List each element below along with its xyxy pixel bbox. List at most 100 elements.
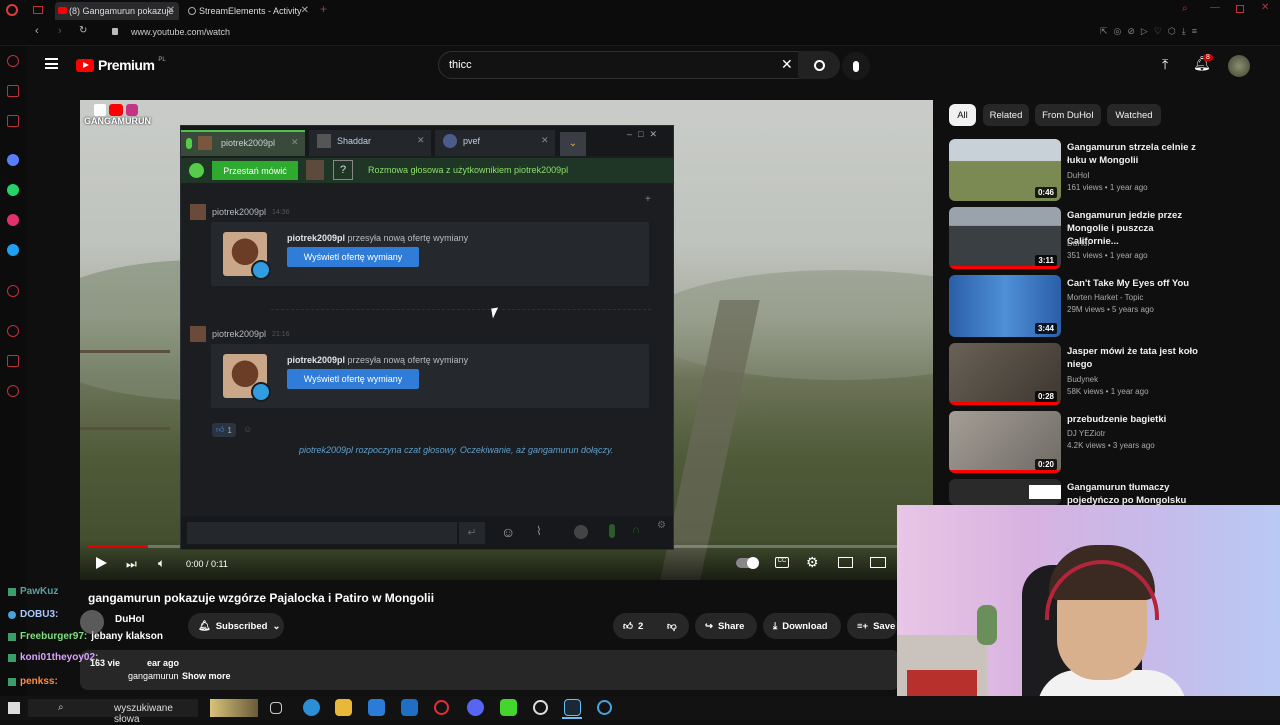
steam-tab-piotrek[interactable]: piotrek2009pl ✕ [181, 130, 305, 156]
discord-icon[interactable] [467, 699, 484, 716]
share-button[interactable]: ↪ Share [695, 613, 757, 639]
video-card[interactable]: Gangamurun tłumaczy pojedyńczo po Mongol… [949, 479, 1209, 505]
next-button[interactable]: ⏭︎ [126, 557, 137, 572]
steam-chat-window[interactable]: piotrek2009pl ✕ Shaddar ✕ pvef ✕ ⌄ –□✕ P… [180, 125, 674, 550]
close-icon[interactable]: ✕ [291, 137, 299, 148]
sidebar-history-icon[interactable] [7, 325, 19, 337]
video-card[interactable]: 0:20 przebudzenie bagietki DJ YEZiotr 4.… [949, 411, 1209, 473]
mail-icon[interactable] [401, 699, 418, 716]
tab-youtube[interactable]: (8) Gangamurun pokazuje ✕ [55, 2, 179, 20]
emoji-icon[interactable]: ☺ [501, 524, 515, 540]
reload-icon[interactable]: ↻ [79, 25, 87, 36]
steam-tab-pvef[interactable]: pvef ✕ [435, 130, 555, 156]
razer-icon[interactable] [500, 699, 517, 716]
stop-talking-button[interactable]: Przestań mówić [212, 161, 298, 180]
start-icon[interactable] [8, 702, 20, 714]
url-field[interactable]: www.youtube.com/watch [131, 27, 230, 37]
sidebar-pinboard-icon[interactable] [7, 285, 19, 297]
steam-tab-shaddar[interactable]: Shaddar ✕ [309, 130, 431, 156]
search-box[interactable]: thicc ✕ [438, 51, 826, 79]
taskbar-search[interactable]: ⌕ wyszukiwane słowa [28, 699, 198, 725]
opera-logo-icon[interactable] [6, 4, 18, 16]
sidebar-whatsapp-icon[interactable] [7, 184, 19, 196]
mic-toggle-icon[interactable] [609, 524, 615, 538]
extension-icons[interactable]: ⇱◎⊘▷♡⬡⤓≡ [1100, 26, 1203, 37]
sidebar-twitter-icon[interactable] [7, 244, 19, 256]
search-input[interactable]: thicc [449, 59, 472, 71]
steam-icon[interactable] [564, 699, 581, 716]
youtube-logo[interactable]: Premium PL [76, 57, 166, 73]
clear-search-icon[interactable]: ✕ [781, 56, 793, 73]
sidebar-settings-icon[interactable] [7, 385, 19, 397]
search-button[interactable] [798, 51, 840, 79]
mic-icon[interactable] [189, 163, 204, 178]
sidebar-instagram-icon[interactable] [7, 214, 19, 226]
save-button[interactable]: ≡+ Save [847, 613, 897, 639]
like-button[interactable]: 👍︎ 2 [613, 613, 657, 639]
play-button[interactable] [96, 557, 107, 569]
attach-icon[interactable]: ⌇ [536, 524, 542, 538]
captions-icon[interactable]: CC [775, 557, 789, 568]
opera-icon[interactable] [434, 700, 449, 715]
edge-icon[interactable] [303, 699, 320, 716]
ccleaner-icon[interactable] [597, 700, 612, 715]
video-card[interactable]: 0:46 Gangamurun strzela celnie z łuku w … [949, 139, 1209, 201]
view-trade-offer-button[interactable]: Wyświetl ofertę wymiany [287, 247, 419, 267]
show-more-button[interactable]: Show more [182, 671, 231, 681]
menu-icon[interactable] [45, 58, 58, 69]
voice-settings-icon[interactable] [574, 525, 588, 539]
window-controls[interactable]: –□✕ [627, 129, 663, 140]
chip-all[interactable]: All [949, 104, 976, 126]
add-reaction-icon[interactable]: ☺ [243, 424, 252, 434]
send-button[interactable]: ↵ [459, 522, 485, 544]
sidebar-messenger-icon[interactable] [7, 154, 19, 166]
autoplay-toggle[interactable] [736, 557, 759, 569]
close-icon[interactable]: ✕ [417, 135, 425, 146]
settings-icon[interactable]: ⚙ [657, 520, 666, 531]
add-friend-icon[interactable]: + [645, 194, 651, 205]
chip-watched[interactable]: Watched [1107, 104, 1161, 126]
task-view-icon[interactable] [270, 702, 282, 714]
close-window-icon[interactable]: ✕ [1261, 2, 1269, 13]
sidebar-extensions-icon[interactable] [7, 355, 19, 367]
tab-strip-icon[interactable] [33, 6, 43, 14]
back-icon[interactable]: ‹ [35, 25, 39, 37]
upload-icon[interactable]: ⤒ [1162, 56, 1168, 73]
app-icon[interactable] [533, 700, 548, 715]
new-tab-icon[interactable]: + [320, 2, 327, 16]
chip-from-duhoi[interactable]: From DuHoI [1035, 104, 1101, 126]
close-icon[interactable]: ✕ [301, 5, 309, 16]
video-card[interactable]: 0:28 Jasper mówi że tata jest koło niego… [949, 343, 1209, 405]
video-card[interactable]: 3:11 Gangamurun jedzie przez Mongolie i … [949, 207, 1209, 269]
store-icon[interactable] [368, 699, 385, 716]
chat-input[interactable] [187, 522, 457, 544]
maximize-icon[interactable] [1236, 5, 1244, 13]
view-trade-offer-button[interactable]: Wyświetl ofertę wymiany [287, 369, 419, 389]
tab-overflow-button[interactable]: ⌄ [560, 132, 586, 156]
file-explorer-icon[interactable] [335, 699, 352, 716]
tab-streamelements[interactable]: StreamElements - Activity ✕ [185, 2, 313, 20]
settings-icon[interactable]: ⚙ [806, 554, 819, 571]
video-card[interactable]: 3:44 Can't Take My Eyes off You Morten H… [949, 275, 1209, 337]
dislike-button[interactable]: 👎︎ [657, 613, 689, 639]
headset-icon[interactable]: ∩ [632, 524, 640, 536]
minimize-icon[interactable]: — [1210, 2, 1220, 13]
description-box[interactable] [80, 650, 900, 690]
sidebar-shop-icon[interactable] [7, 85, 19, 97]
voice-search-icon[interactable] [842, 52, 870, 80]
volume-icon[interactable]: 🔈︎ [158, 556, 165, 571]
sidebar-speed-dial-icon[interactable] [7, 55, 19, 67]
close-icon[interactable]: ✕ [167, 5, 175, 16]
sidebar-twitch-icon[interactable] [7, 115, 19, 127]
download-button[interactable]: ⤓ Download [763, 613, 841, 639]
miniplayer-icon[interactable] [838, 557, 853, 568]
theater-icon[interactable] [870, 557, 886, 568]
search-tabs-icon[interactable]: ⌕ [1182, 3, 1188, 14]
forward-icon[interactable]: › [58, 25, 62, 37]
channel-name[interactable]: DuHoI [115, 614, 144, 625]
avatar[interactable] [1228, 55, 1250, 77]
reaction[interactable]: 👍︎ 1 [212, 423, 236, 437]
chip-related[interactable]: Related [983, 104, 1029, 126]
close-icon[interactable]: ✕ [541, 135, 549, 146]
subscribed-button[interactable]: 🔔︎ Subscribed ⌄ [188, 613, 284, 639]
